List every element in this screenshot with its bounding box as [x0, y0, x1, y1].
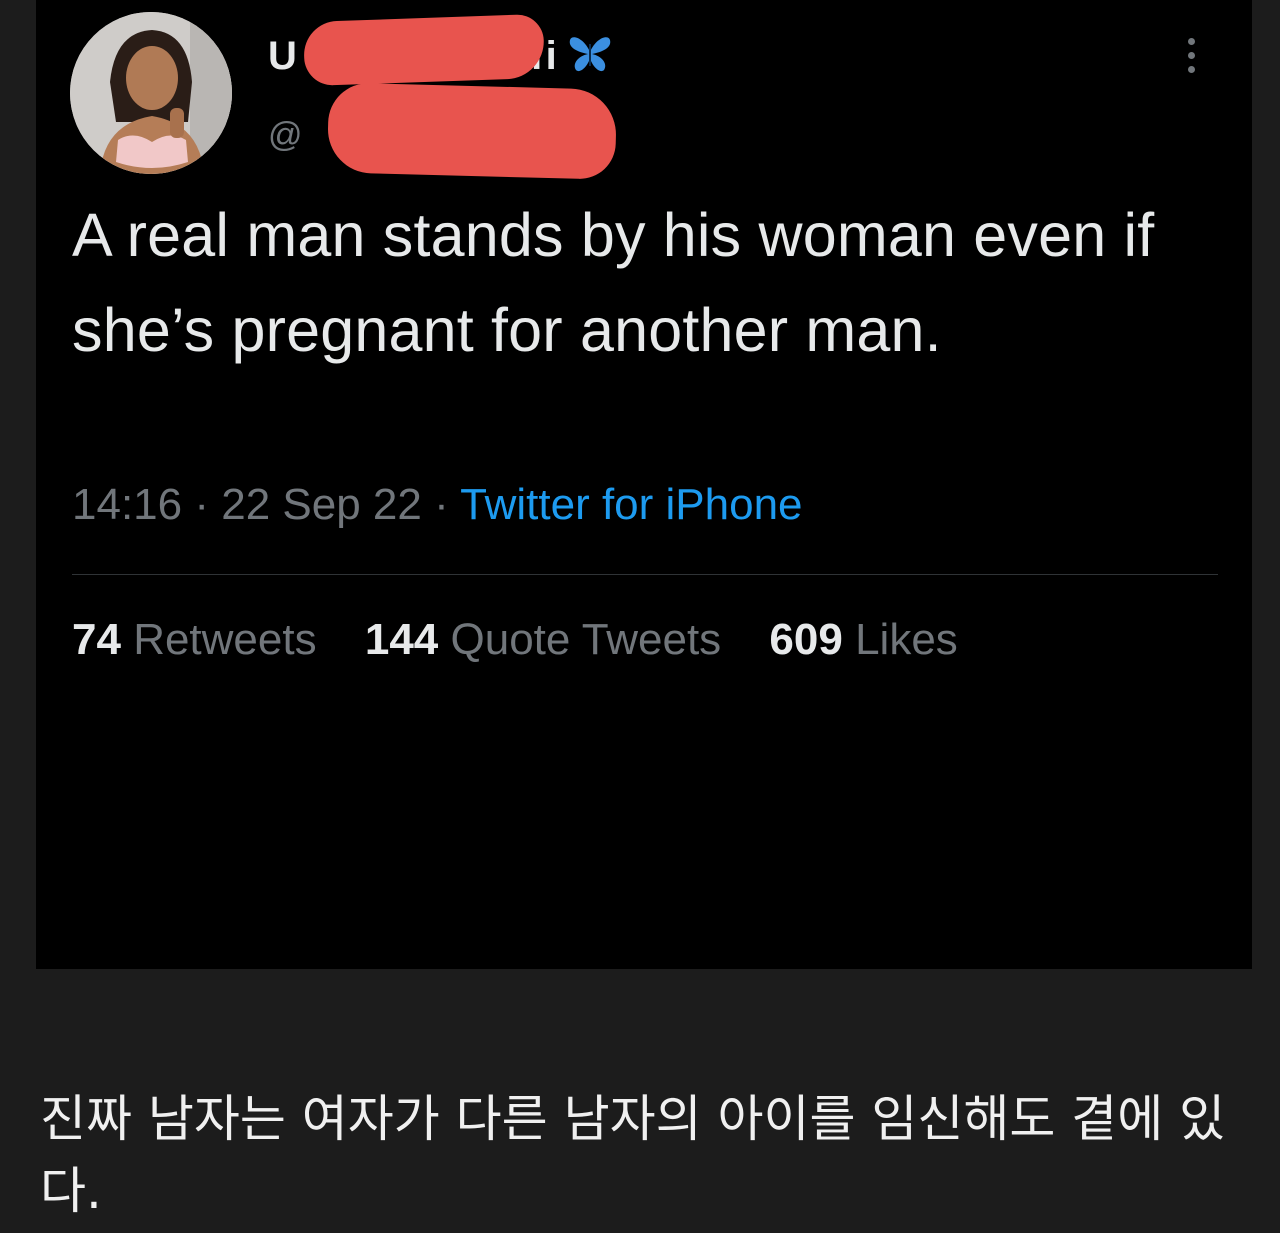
avatar[interactable]	[70, 12, 232, 174]
divider	[72, 574, 1218, 575]
page: U l i @ A real man stands by his woman e…	[0, 0, 1280, 1233]
butterfly-icon	[569, 37, 611, 72]
likes-count: 609	[769, 615, 843, 664]
quote-tweets-count: 144	[364, 615, 439, 664]
tweet-date[interactable]: 22 Sep 22	[221, 480, 422, 529]
tweet-card: U l i @ A real man stands by his woman e…	[36, 0, 1252, 969]
caption-text: 진짜 남자는 여자가 다른 남자의 아이를 임신해도 곁에 있다.	[40, 1090, 1226, 1220]
tweet-text: A real man stands by his woman even if s…	[72, 201, 1155, 364]
retweets-label: Retweets	[133, 615, 317, 664]
retweets-count: 74	[72, 615, 121, 664]
tweet-meta: 14:16 · 22 Sep 22 · Twitter for iPhone	[72, 480, 803, 530]
likes-label: Likes	[855, 615, 958, 664]
meta-separator: ·	[421, 480, 461, 529]
retweets-stat[interactable]: 74 Retweets	[72, 615, 317, 665]
quote-tweets-label: Quote Tweets	[450, 615, 722, 664]
meta-separator: ·	[182, 480, 222, 529]
likes-stat[interactable]: 609 Likes	[769, 615, 957, 665]
display-name-prefix: U	[268, 34, 297, 78]
quote-tweets-stat[interactable]: 144 Quote Tweets	[365, 615, 721, 665]
tweet-stats: 74 Retweets 144 Quote Tweets 609 Likes	[72, 615, 994, 665]
user-handle[interactable]: @	[268, 116, 303, 155]
redaction-mark-name	[302, 13, 546, 87]
tweet-source-link[interactable]: Twitter for iPhone	[460, 480, 802, 529]
redaction-mark-handle	[326, 82, 618, 180]
more-options-icon[interactable]	[1176, 38, 1206, 82]
handle-at-sign: @	[268, 116, 303, 154]
tweet-time[interactable]: 14:16	[72, 480, 182, 529]
avatar-photo	[70, 12, 232, 174]
